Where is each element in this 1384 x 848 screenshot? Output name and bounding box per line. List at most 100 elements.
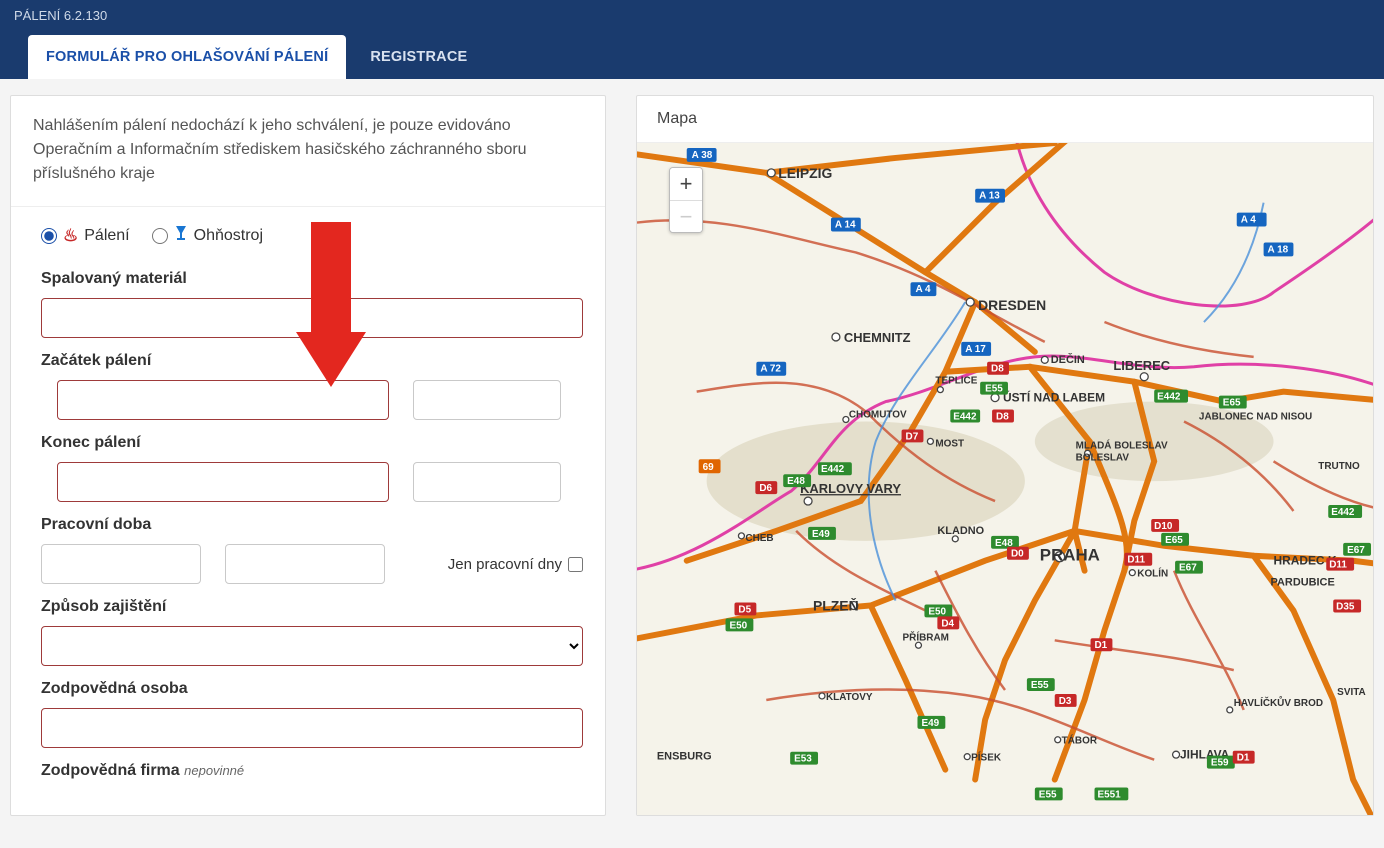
svg-text:D10: D10 [1154, 521, 1173, 532]
end-date-input[interactable] [57, 462, 389, 502]
app-title: PÁLENÍ 6.2.130 [0, 0, 1384, 31]
svg-text:PŘÍBRAM: PŘÍBRAM [903, 631, 949, 643]
radio-burning[interactable]: ♨ Pálení [41, 226, 130, 246]
svg-text:LIBEREC: LIBEREC [1113, 358, 1170, 373]
svg-text:E50: E50 [729, 620, 747, 631]
svg-text:ÚSTÍ NAD LABEM: ÚSTÍ NAD LABEM [1003, 390, 1105, 405]
svg-text:E67: E67 [1179, 563, 1197, 574]
workdays-checkbox[interactable] [568, 557, 583, 572]
svg-text:A 38: A 38 [692, 150, 713, 161]
svg-text:KARLOVY VARY: KARLOVY VARY [800, 481, 901, 496]
tab-register[interactable]: REGISTRACE [352, 35, 485, 79]
method-label: Způsob zajištění [41, 598, 583, 616]
radio-fireworks-label: Ohňostroj [194, 227, 263, 245]
svg-text:D1: D1 [1095, 640, 1108, 651]
radio-burning-input[interactable] [41, 228, 57, 244]
end-label: Konec pálení [41, 434, 583, 452]
svg-text:A 72: A 72 [760, 364, 781, 375]
svg-text:TEPLICE: TEPLICE [935, 376, 977, 387]
map-title: Mapa [637, 96, 1373, 143]
svg-text:A 4: A 4 [1241, 215, 1257, 226]
svg-text:MOST: MOST [935, 438, 964, 449]
svg-text:DEČIN: DEČIN [1051, 353, 1085, 366]
svg-text:D0: D0 [1011, 549, 1024, 560]
form-panel: Nahlášením pálení nedochází k jeho schvá… [10, 95, 606, 816]
tab-form[interactable]: FORMULÁŘ PRO OHLAŠOVÁNÍ PÁLENÍ [28, 35, 346, 79]
svg-text:CHEB: CHEB [745, 533, 773, 544]
person-label: Zodpovědná osoba [41, 680, 583, 698]
svg-text:E65: E65 [1223, 398, 1241, 409]
svg-text:HAVLÍČKŮV BROD: HAVLÍČKŮV BROD [1234, 697, 1323, 709]
svg-text:E50: E50 [928, 606, 946, 617]
start-date-input[interactable] [57, 380, 389, 420]
svg-text:E59: E59 [1211, 758, 1229, 769]
svg-text:E55: E55 [1039, 789, 1057, 800]
svg-text:D4: D4 [941, 618, 954, 629]
svg-text:E442: E442 [821, 464, 845, 475]
svg-text:DRESDEN: DRESDEN [978, 297, 1046, 313]
method-select[interactable] [41, 626, 583, 666]
svg-text:E442: E442 [953, 411, 977, 422]
company-label: Zodpovědná firma nepovinné [41, 762, 583, 780]
svg-text:D8: D8 [996, 411, 1009, 422]
svg-text:JABLONEC NAD NISOU: JABLONEC NAD NISOU [1199, 411, 1312, 422]
hours-to-input[interactable] [225, 544, 385, 584]
map[interactable]: LEIPZIG DRESDEN CHEMNITZ DEČIN LIBEREC Ú… [637, 143, 1373, 815]
material-input[interactable] [41, 298, 583, 338]
svg-text:69: 69 [703, 462, 715, 473]
svg-text:E55: E55 [1031, 680, 1049, 691]
svg-text:TÁBOR: TÁBOR [1062, 736, 1097, 747]
glass-icon [174, 225, 188, 246]
workdays-label: Jen pracovní dny [448, 556, 562, 573]
person-input[interactable] [41, 708, 583, 748]
svg-text:D5: D5 [738, 604, 751, 615]
svg-text:E53: E53 [794, 754, 812, 765]
svg-text:D11: D11 [1329, 560, 1347, 571]
radio-fireworks-input[interactable] [152, 228, 168, 244]
svg-text:CHOMUTOV: CHOMUTOV [849, 410, 907, 421]
svg-text:E67: E67 [1347, 545, 1365, 556]
svg-text:E551: E551 [1097, 789, 1121, 800]
svg-text:E49: E49 [921, 718, 939, 729]
end-time-input[interactable] [413, 462, 561, 502]
type-radio-group: ♨ Pálení Ohňostroj [41, 225, 583, 246]
map-panel: Mapa [636, 95, 1374, 816]
svg-text:D6: D6 [759, 483, 772, 494]
intro-text: Nahlášením pálení nedochází k jeho schvá… [11, 96, 605, 207]
svg-text:ENSBURG: ENSBURG [657, 751, 712, 763]
svg-text:KOLÍN: KOLÍN [1137, 569, 1168, 580]
svg-text:BOLESLAV: BOLESLAV [1076, 452, 1130, 463]
svg-text:A 17: A 17 [965, 344, 986, 355]
hours-from-input[interactable] [41, 544, 201, 584]
radio-fireworks[interactable]: Ohňostroj [152, 225, 263, 246]
svg-text:KLADNO: KLADNO [937, 525, 984, 537]
svg-text:SVITA: SVITA [1337, 687, 1366, 698]
svg-text:D11: D11 [1127, 555, 1145, 566]
svg-text:LEIPZIG: LEIPZIG [778, 165, 832, 181]
svg-text:E49: E49 [812, 529, 830, 540]
svg-text:E65: E65 [1165, 535, 1183, 546]
zoom-out-button[interactable]: − [670, 200, 702, 232]
flame-icon: ♨ [63, 226, 78, 246]
company-label-text: Zodpovědná firma [41, 762, 180, 779]
svg-text:PÍSEK: PÍSEK [971, 753, 1002, 764]
svg-text:D35: D35 [1336, 601, 1355, 612]
svg-text:A 4: A 4 [915, 284, 931, 295]
start-label: Začátek pálení [41, 352, 583, 370]
svg-text:PLZEŇ: PLZEŇ [813, 596, 859, 613]
svg-text:E48: E48 [787, 476, 805, 487]
zoom-in-button[interactable]: + [670, 168, 702, 200]
svg-text:PRAHA: PRAHA [1040, 546, 1100, 565]
svg-text:E442: E442 [1157, 392, 1181, 403]
workdays-row: Jen pracovní dny [448, 556, 583, 573]
svg-text:A 18: A 18 [1268, 244, 1289, 255]
svg-text:D8: D8 [991, 364, 1004, 375]
svg-text:MLADÁ BOLESLAV: MLADÁ BOLESLAV [1076, 440, 1168, 451]
svg-text:E442: E442 [1331, 507, 1355, 518]
start-time-input[interactable] [413, 380, 561, 420]
svg-text:A 14: A 14 [835, 220, 856, 231]
company-optional: nepovinné [184, 763, 244, 778]
svg-text:D7: D7 [906, 431, 919, 442]
zoom-control: + − [669, 167, 703, 233]
svg-text:PARDUBICE: PARDUBICE [1271, 577, 1335, 589]
